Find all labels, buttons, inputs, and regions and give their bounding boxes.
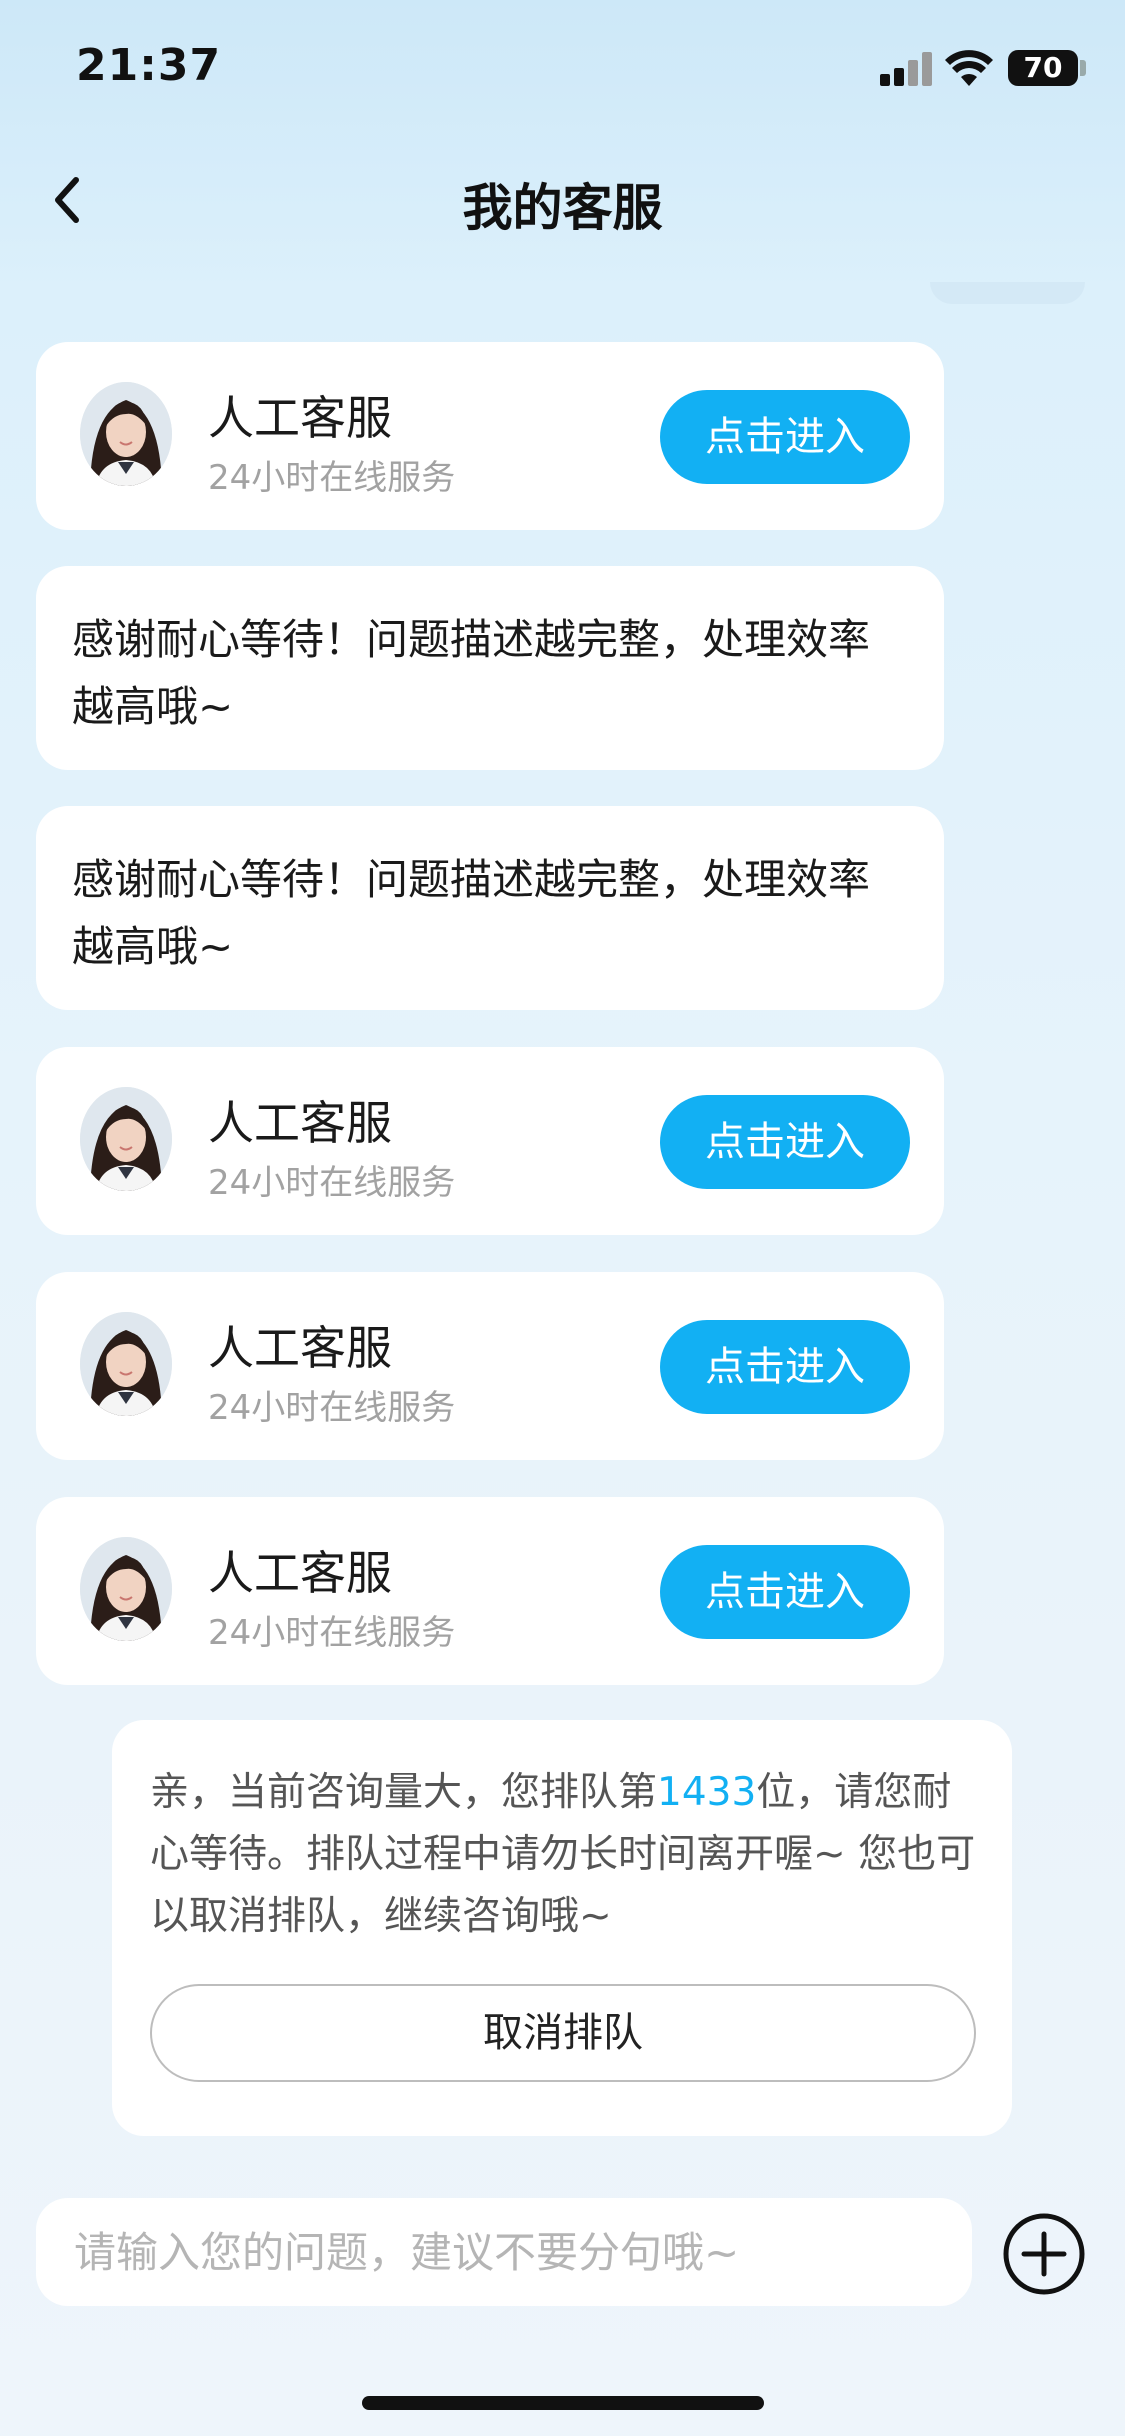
queue-text-before: 亲，当前咨询量大，您排队第: [150, 1770, 658, 1815]
decorative-tab-shape: [930, 282, 1085, 304]
agent-avatar: [80, 1087, 172, 1191]
agent-card: 人工客服 24小时在线服务 点击进入: [36, 1047, 944, 1235]
chat-message: 感谢耐心等待！问题描述越完整，处理效率越高哦~: [36, 566, 944, 770]
agent-name: 人工客服: [208, 391, 392, 445]
status-bar: 21:37 70: [0, 0, 1125, 140]
status-time: 21:37: [76, 40, 222, 91]
agent-subtitle: 24小时在线服务: [208, 458, 456, 498]
agent-avatar: [80, 1312, 172, 1416]
cellular-signal-icon: [880, 52, 932, 86]
plus-circle-icon[interactable]: [1002, 2212, 1086, 2296]
home-indicator: [362, 2396, 764, 2410]
agent-avatar: [80, 1537, 172, 1641]
agent-name: 人工客服: [208, 1321, 392, 1375]
agent-subtitle: 24小时在线服务: [208, 1613, 456, 1653]
queue-notice-card: 亲，当前咨询量大，您排队第1433位，请您耐心等待。排队过程中请勿长时间离开喔~…: [112, 1720, 1012, 2136]
enter-chat-button[interactable]: 点击进入: [660, 1095, 910, 1189]
agent-subtitle: 24小时在线服务: [208, 1388, 456, 1428]
message-input[interactable]: [36, 2198, 972, 2306]
cancel-queue-button[interactable]: 取消排队: [150, 1984, 976, 2082]
page-title: 我的客服: [462, 179, 663, 237]
agent-card: 人工客服 24小时在线服务 点击进入: [36, 342, 944, 530]
nav-bar: 我的客服: [0, 150, 1125, 250]
queue-message: 亲，当前咨询量大，您排队第1433位，请您耐心等待。排队过程中请勿长时间离开喔~…: [150, 1762, 980, 1948]
enter-chat-button[interactable]: 点击进入: [660, 1545, 910, 1639]
agent-subtitle: 24小时在线服务: [208, 1163, 456, 1203]
agent-card: 人工客服 24小时在线服务 点击进入: [36, 1497, 944, 1685]
queue-position: 1433: [657, 1770, 757, 1815]
agent-name: 人工客服: [208, 1096, 392, 1150]
enter-chat-button[interactable]: 点击进入: [660, 1320, 910, 1414]
agent-name: 人工客服: [208, 1546, 392, 1600]
agent-card: 人工客服 24小时在线服务 点击进入: [36, 1272, 944, 1460]
wifi-icon: [945, 50, 993, 86]
message-input-container: [36, 2198, 972, 2306]
agent-avatar: [80, 382, 172, 486]
chat-message: 感谢耐心等待！问题描述越完整，处理效率越高哦~: [36, 806, 944, 1010]
battery-tip: [1080, 60, 1086, 76]
enter-chat-button[interactable]: 点击进入: [660, 390, 910, 484]
battery-icon: 70: [1008, 50, 1078, 86]
